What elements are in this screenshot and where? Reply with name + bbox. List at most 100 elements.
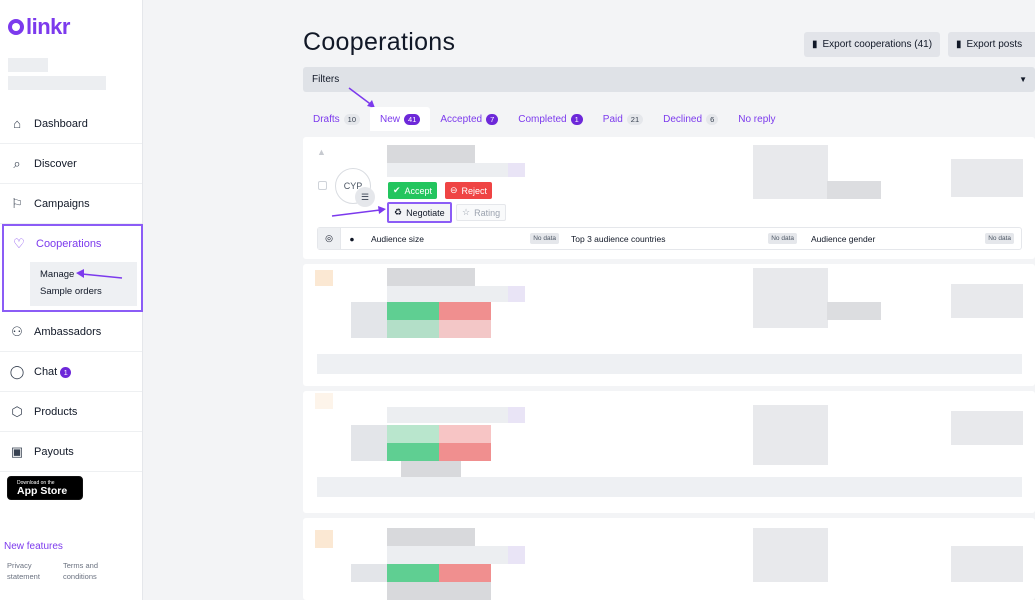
tab-declined[interactable]: Declined 6 <box>653 107 728 131</box>
blurred-stats-bar <box>317 477 1022 497</box>
tab-count: 6 <box>706 113 719 125</box>
blurred-tag <box>508 286 525 302</box>
recycle-icon: ♻ <box>394 207 403 217</box>
blurred-metric <box>951 284 1023 318</box>
blurred-accept <box>387 425 439 443</box>
sidebar-item-chat[interactable]: ◯ Chat 1 <box>0 352 142 392</box>
tab-label: New <box>380 113 401 125</box>
star-icon: ☆ <box>462 207 471 217</box>
blurred-handle <box>387 546 523 564</box>
blurred-tag <box>508 407 525 423</box>
blurred-tag <box>508 163 525 177</box>
audience-size-label: Audience size <box>371 233 424 244</box>
blurred-avatar <box>315 393 333 409</box>
tab-label: Accepted <box>440 113 483 125</box>
person-icon: ● <box>349 233 355 244</box>
sidebar-item-dashboard[interactable]: ⌂ Dashboard <box>0 104 142 144</box>
sidebar-item-label: Cooperations <box>36 238 102 250</box>
new-features-link[interactable]: New features <box>4 541 63 552</box>
blurred-reject <box>439 425 491 443</box>
tab-new[interactable]: New 41 <box>370 107 431 131</box>
blurred-reject <box>439 564 491 582</box>
box-icon: ⬡ <box>11 403 23 419</box>
no-data-badge: No data <box>768 233 797 244</box>
blurred-handle <box>387 286 523 302</box>
blurred-avatar <box>315 270 333 286</box>
page-title: Cooperations <box>303 28 456 56</box>
linkr-logo[interactable]: linkr <box>8 14 70 40</box>
blurred-metric <box>401 461 461 477</box>
sidebar-item-label: Ambassadors <box>34 325 102 338</box>
blurred-metric <box>387 582 491 600</box>
app-store-badge[interactable]: Download on the App Store <box>7 476 83 500</box>
tab-completed[interactable]: Completed 1 <box>508 107 593 131</box>
cooperation-card-blurred <box>303 518 1035 600</box>
logo-mark-icon <box>8 19 24 35</box>
instagram-icon[interactable]: ◎ <box>318 228 341 249</box>
blurred-accept <box>387 302 439 320</box>
tab-label: No reply <box>738 113 776 125</box>
caret-down-icon: ▼ <box>1019 75 1027 84</box>
sidebar-item-label: Payouts <box>34 445 74 458</box>
sidebar-item-label: Chat <box>34 365 58 378</box>
terms-link[interactable]: Terms and conditions <box>63 560 108 582</box>
sidebar-item-payouts[interactable]: ▣ Payouts <box>0 432 142 472</box>
negotiate-button[interactable]: ♻ Negotiate <box>387 202 452 223</box>
blurred-metric <box>951 159 1023 197</box>
blurred-avatar <box>351 302 387 338</box>
tab-count: 7 <box>486 113 499 125</box>
tab-paid[interactable]: Paid 21 <box>593 107 653 131</box>
blurred-metric <box>827 181 881 199</box>
chat-bubble-icon[interactable]: ☰ <box>355 187 375 207</box>
tab-count: 1 <box>570 113 583 125</box>
blurred-tag <box>508 546 525 564</box>
blurred-name <box>387 528 475 546</box>
accept-label: Accept <box>404 185 433 196</box>
blurred-avatar <box>351 425 387 461</box>
filters-bar[interactable]: Filters ▼ <box>303 67 1035 92</box>
main-content: Cooperations ▮ Export cooperations (41) … <box>143 0 1035 600</box>
blurred-metric <box>951 546 1023 582</box>
sidebar: linkr ⌂ Dashboard ⌕ Discover ⚐ Campaigns… <box>0 0 143 600</box>
chat-badge: 1 <box>60 366 72 378</box>
minus-circle-icon: ⊖ <box>450 185 458 195</box>
filters-label: Filters <box>312 74 340 85</box>
select-checkbox[interactable] <box>318 181 327 190</box>
blurred-metric <box>753 528 828 582</box>
chat-icon: ◯ <box>9 363 25 379</box>
tab-no-reply[interactable]: No reply <box>728 107 785 131</box>
tab-drafts[interactable]: Drafts 10 <box>303 107 370 131</box>
cooperation-card: ▲ CYP ☰ ✔ Accept ⊖ Reject ♻ Negotiate ☆ Rati… <box>303 137 1035 259</box>
sidebar-item-ambassadors[interactable]: ⚇ Ambassadors <box>0 312 142 352</box>
sidebar-item-campaigns[interactable]: ⚐ Campaigns <box>0 184 142 224</box>
tab-count: 10 <box>343 113 361 125</box>
sidebar-item-discover[interactable]: ⌕ Discover <box>0 144 142 184</box>
sidebar-item-label: Campaigns <box>34 197 90 210</box>
file-icon: ▮ <box>812 39 818 50</box>
blurred-reject <box>439 302 491 320</box>
tab-accepted[interactable]: Accepted 7 <box>430 107 508 131</box>
wallet-icon: ▣ <box>10 443 24 459</box>
privacy-link[interactable]: Privacy statement <box>7 560 52 582</box>
reject-button[interactable]: ⊖ Reject <box>445 182 493 199</box>
tab-label: Drafts <box>313 113 340 125</box>
blurred-metric <box>753 145 828 199</box>
export-posts-button[interactable]: ▮ Export posts <box>948 32 1035 57</box>
sidebar-item-products[interactable]: ⬡ Products <box>0 392 142 432</box>
blurred-metric <box>753 405 828 465</box>
blurred-handle <box>387 163 523 177</box>
export-cooperations-button[interactable]: ▮ Export cooperations (41) <box>804 32 941 57</box>
blurred-handle <box>387 407 523 423</box>
subnav-item-sample-orders[interactable]: Sample orders <box>40 283 137 300</box>
flag-icon: ⚐ <box>11 195 23 211</box>
rating-button[interactable]: ☆ Rating <box>456 204 507 221</box>
accept-button[interactable]: ✔ Accept <box>388 182 438 199</box>
top-countries-label: Top 3 audience countries <box>571 233 666 244</box>
tab-label: Paid <box>602 113 623 125</box>
blurred-negotiate <box>387 443 439 461</box>
sidebar-item-cooperations[interactable]: ♡ Cooperations <box>4 226 141 262</box>
blurred-name <box>387 145 475 163</box>
status-tabs: Drafts 10 New 41 Accepted 7 Completed 1 Paid… <box>303 107 785 131</box>
users-icon: ⚇ <box>11 323 23 339</box>
blurred-accept <box>387 564 439 582</box>
